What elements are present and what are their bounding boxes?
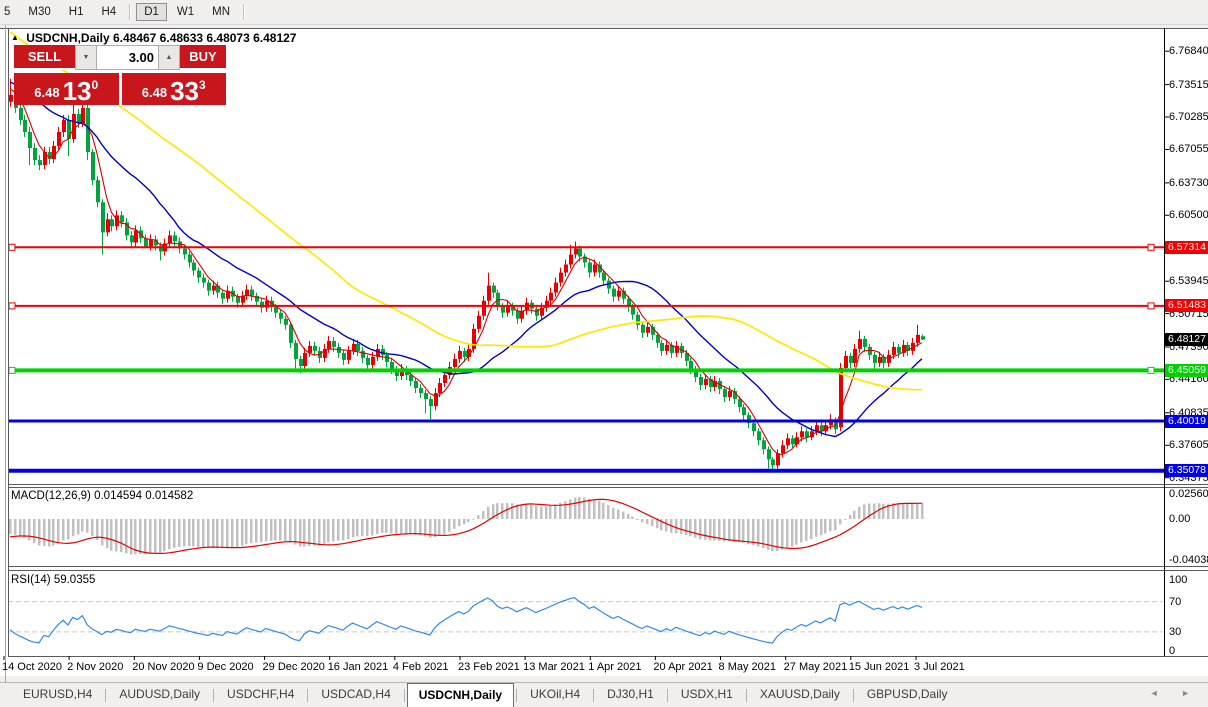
time-axis-label: 2 Nov 2020 (67, 661, 123, 673)
toolbar-timeframe-MN[interactable]: MN (204, 3, 238, 21)
time-axis-label: 29 Dec 2020 (263, 661, 325, 673)
ask-price-prefix: 6.48 (142, 83, 167, 103)
price-axis-tick: 6.53945 (1169, 275, 1208, 287)
chart-symbol-label: USDCNH,Daily (26, 31, 109, 45)
chart-tab-bar: EURUSD,H4AUDUSD,DailyUSDCHF,H4USDCAD,H4U… (0, 682, 1208, 707)
tab-scroll-arrows: ◄ ► (1150, 688, 1200, 698)
bid-price-point: 0 (92, 78, 99, 92)
one-click-collapse-icon[interactable]: ▲ (11, 33, 19, 42)
chart-tab-eurusd[interactable]: EURUSD,H4 (12, 683, 103, 707)
price-axis-tick: 6.60500 (1169, 209, 1208, 221)
level-price-label: 6.57314 (1165, 241, 1208, 254)
rsi-axis-tick: 0 (1169, 645, 1175, 657)
time-axis-label: 27 May 2021 (784, 661, 848, 673)
time-axis-label: 4 Feb 2021 (393, 661, 449, 673)
time-axis-label: 23 Feb 2021 (458, 661, 520, 673)
macd-axis-tick: 0.025609 (1169, 488, 1208, 500)
buy-button[interactable]: BUY (180, 45, 226, 70)
chart-tab-usdcnh[interactable]: USDCNH,Daily (407, 683, 514, 707)
tab-scroll-right-icon[interactable]: ► (1181, 688, 1200, 698)
current-price-label: 6.48127 (1165, 333, 1208, 346)
toolbar-separator (129, 4, 131, 20)
chart-tab-ukoil[interactable]: UKOil,H4 (519, 683, 591, 707)
time-axis-label: 1 Apr 2021 (588, 661, 641, 673)
time-axis-label: 20 Nov 2020 (132, 661, 194, 673)
toolbar-timeframe-H1[interactable]: H1 (61, 3, 92, 21)
time-axis-label: 16 Jan 2021 (328, 661, 389, 673)
tab-bar-lead-space (0, 683, 12, 707)
rsi-axis-tick: 70 (1169, 596, 1181, 608)
sell-button[interactable]: SELL (14, 45, 75, 70)
ask-price-box[interactable]: 6.48 33 3 (122, 73, 227, 105)
tab-separator (746, 689, 747, 702)
tab-separator (307, 689, 308, 702)
tab-separator (213, 689, 214, 702)
chart-header: ▲ USDCNH,Daily 6.48467 6.48633 6.48073 6… (11, 31, 296, 45)
macd-indicator-label: MACD(12,26,9) 0.014594 0.014582 (11, 490, 193, 502)
time-axis-label: 8 May 2021 (719, 661, 776, 673)
chart-tab-xauusd[interactable]: XAUUSD,Daily (749, 683, 851, 707)
rsi-indicator-label: RSI(14) 59.0355 (11, 574, 95, 586)
toolbar-separator (243, 4, 245, 20)
time-axis-label: 15 Jun 2021 (849, 661, 910, 673)
chart-tab-usdx[interactable]: USDX,H1 (670, 683, 744, 707)
chart-tab-gbpusd[interactable]: GBPUSD,Daily (856, 683, 959, 707)
level-price-label: 6.51483 (1165, 299, 1208, 312)
ask-price-pips: 33 (170, 79, 199, 103)
toolbar-timeframe-M30[interactable]: M30 (20, 3, 58, 21)
time-axis-label: 9 Dec 2020 (197, 661, 253, 673)
price-axis-tick: 6.70285 (1169, 111, 1208, 123)
volume-input[interactable] (97, 45, 158, 70)
toolbar-timeframe-W1[interactable]: W1 (169, 3, 202, 21)
volume-decrease-button[interactable]: ▼ (75, 45, 97, 70)
bid-price-pips: 13 (63, 79, 92, 103)
chart-canvas[interactable] (0, 24, 1208, 707)
price-axis-tick: 6.73515 (1169, 79, 1208, 91)
chevron-down-icon: ▼ (83, 54, 90, 61)
time-axis-label: 13 Mar 2021 (523, 661, 585, 673)
price-axis-tick: 6.67055 (1169, 143, 1208, 155)
toolbar-timeframe-H4[interactable]: H4 (93, 3, 124, 21)
tab-separator (105, 689, 106, 702)
price-axis-tick: 6.63730 (1169, 177, 1208, 189)
time-axis-label: 20 Apr 2021 (653, 661, 712, 673)
macd-axis-tick: -0.04038 (1169, 554, 1208, 566)
chart-tab-audusd[interactable]: AUDUSD,Daily (108, 683, 211, 707)
tab-separator (404, 689, 405, 702)
chevron-up-icon: ▲ (166, 54, 173, 61)
price-axis-tick: 6.76840 (1169, 45, 1208, 57)
trading-platform-window: 5M30H1H4 D1W1MN ▲ USDCNH,Daily 6.48467 6.… (0, 0, 1208, 707)
timeframe-toolbar: 5M30H1H4 D1W1MN (0, 0, 1208, 25)
level-price-label: 6.35078 (1165, 464, 1208, 477)
macd-axis-tick: 0.00 (1169, 513, 1190, 525)
toolbar-timeframe-5[interactable]: 5 (0, 3, 18, 21)
rsi-axis-tick: 30 (1169, 626, 1181, 638)
time-axis-label: 3 Jul 2021 (914, 661, 965, 673)
ask-price-point: 3 (199, 78, 206, 92)
chart-ohlc-values: 6.48467 6.48633 6.48073 6.48127 (113, 31, 297, 45)
level-price-label: 6.40019 (1165, 415, 1208, 428)
one-click-trade-panel: SELL ▼ ▲ BUY 6.48 13 0 6.48 33 3 (14, 45, 226, 105)
tab-separator (667, 689, 668, 702)
chart-tab-usdchf[interactable]: USDCHF,H4 (216, 683, 305, 707)
level-price-label: 6.45059 (1165, 364, 1208, 377)
tab-scroll-left-icon[interactable]: ◄ (1150, 688, 1169, 698)
time-axis-label: 14 Oct 2020 (2, 661, 62, 673)
chart-tab-dj30[interactable]: DJ30,H1 (596, 683, 665, 707)
chart-tab-usdcad[interactable]: USDCAD,H4 (310, 683, 401, 707)
rsi-axis-tick: 100 (1169, 574, 1187, 586)
toolbar-timeframe-D1[interactable]: D1 (136, 3, 167, 21)
bid-price-box[interactable]: 6.48 13 0 (14, 73, 119, 105)
tab-separator (853, 689, 854, 702)
bid-price-prefix: 6.48 (34, 83, 59, 103)
price-axis-tick: 6.37605 (1169, 439, 1208, 451)
tab-separator (516, 689, 517, 702)
volume-increase-button[interactable]: ▲ (158, 45, 180, 70)
tab-separator (593, 689, 594, 702)
